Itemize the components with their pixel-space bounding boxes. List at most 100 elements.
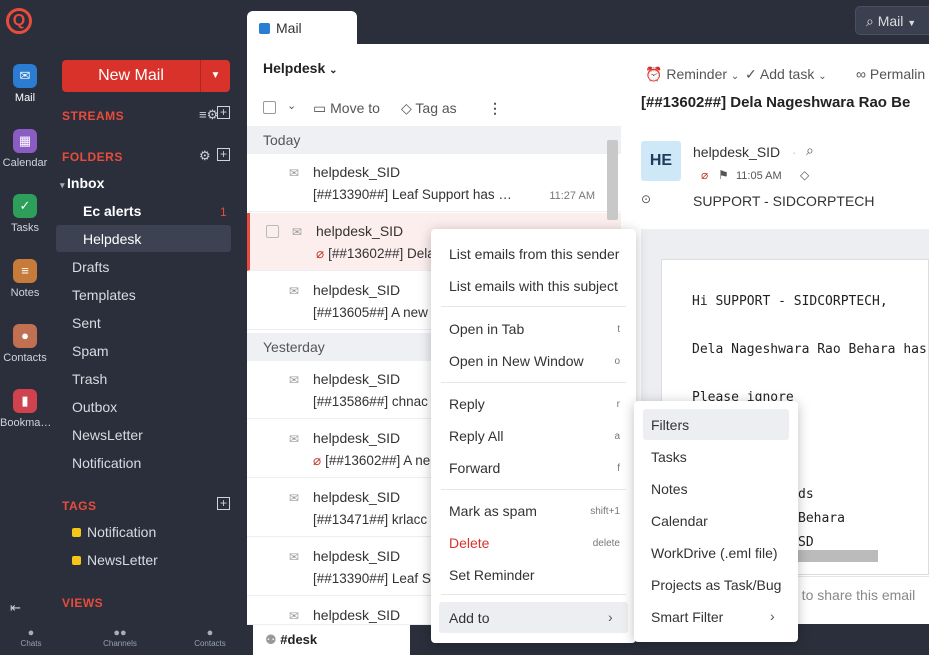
stream-settings-icon[interactable]: ≡⚙ [199, 107, 218, 123]
reminder-button[interactable]: ⏰ Reminder ⌄ [645, 66, 739, 83]
envelope-icon: ✉ [289, 491, 300, 505]
views-heading: VIEWS [62, 596, 104, 610]
row-sender: helpdesk_SID [313, 607, 401, 623]
shortcut-label: f [617, 463, 620, 474]
menu-set-reminder[interactable]: Set Reminder [449, 567, 535, 583]
folder-helpdesk-label: Helpdesk [83, 231, 142, 247]
permalink-label: Permalin [869, 66, 926, 82]
channels-label: Channels [103, 639, 137, 648]
rail-bookmarks[interactable]: ▮ Bookma… [0, 389, 51, 429]
permalink-button[interactable]: ∞ Permalin [856, 66, 925, 82]
body-scrollbar[interactable] [790, 550, 878, 562]
folder-settings-icon[interactable]: ⚙ [199, 148, 211, 164]
folder-outbox[interactable]: Outbox [72, 399, 117, 415]
row-subject: [##13586##] chnac [313, 394, 428, 409]
contacts-button[interactable]: ● Contacts [190, 627, 230, 648]
folder-sent[interactable]: Sent [72, 315, 101, 331]
chevron-down-icon[interactable]: ⌄ [287, 99, 296, 112]
tag-icon[interactable]: ◇ [800, 168, 809, 182]
tag-icon: ◇ [401, 100, 412, 116]
email-sender[interactable]: helpdesk_SID [693, 144, 780, 160]
submenu-workdrive[interactable]: WorkDrive (.eml file) [651, 545, 778, 561]
submenu-notes[interactable]: Notes [651, 481, 688, 497]
menu-reply-all[interactable]: Reply All [449, 428, 503, 444]
folder-spam[interactable]: Spam [72, 343, 109, 359]
rail-mail-label: Mail [14, 92, 36, 104]
list-scrollbar[interactable] [607, 140, 618, 220]
add-task-button[interactable]: ✓ Add task ⌄ [745, 66, 827, 83]
row-subject: [##13605##] A new [313, 305, 428, 320]
menu-open-new-window[interactable]: Open in New Window [449, 353, 584, 369]
menu-list-from-sender[interactable]: List emails from this sender [449, 246, 619, 262]
chevron-right-icon: › [608, 609, 613, 625]
folder-inbox[interactable]: ▾ Inbox [60, 175, 104, 191]
menu-forward[interactable]: Forward [449, 460, 500, 476]
rail-tasks[interactable]: ✓ Tasks [0, 194, 50, 234]
folder-notification[interactable]: Notification [72, 455, 141, 471]
add-tag-icon[interactable]: + [217, 497, 230, 510]
rail-contacts-label: Contacts [3, 352, 47, 364]
rail-contacts[interactable]: ● Contacts [0, 324, 50, 364]
menu-divider [441, 489, 626, 490]
flag-icon[interactable]: ⚑ [718, 168, 729, 182]
table-row[interactable]: ✉ helpdesk_SID [##13390##] Leaf Support ha… [247, 154, 621, 212]
expand-icon[interactable]: ⊙ [641, 192, 651, 206]
tab-mail[interactable]: Mail [247, 11, 357, 44]
app-logo-icon[interactable]: Q [6, 8, 32, 34]
check-icon: ✓ [13, 194, 37, 218]
collapse-icon[interactable]: ⇤ [10, 600, 21, 616]
select-all-checkbox[interactable] [263, 101, 276, 114]
search-icon[interactable]: ⌕ [806, 142, 814, 159]
chevron-right-icon: › [770, 608, 775, 624]
submenu-calendar[interactable]: Calendar [651, 513, 708, 529]
shortcut-label: a [614, 431, 620, 442]
email-recipient: SUPPORT - SIDCORPTECH [693, 193, 875, 209]
rail-notes-label: Notes [10, 287, 40, 299]
submenu-smart-filter[interactable]: Smart Filter [651, 609, 723, 625]
submenu-projects[interactable]: Projects as Task/Bug [651, 577, 781, 593]
more-options-icon[interactable]: ⋮ [488, 100, 502, 117]
add-folder-icon[interactable]: + [217, 148, 230, 161]
list-title[interactable]: Helpdesk ⌄ [263, 60, 338, 76]
move-to-button[interactable]: ▭ Move to [313, 100, 380, 117]
chevron-down-icon[interactable]: ▼ [200, 60, 230, 92]
menu-mark-as-spam[interactable]: Mark as spam [449, 503, 537, 519]
rail-notes[interactable]: ≡ Notes [0, 259, 50, 299]
folder-drafts[interactable]: Drafts [72, 259, 109, 275]
share-hint[interactable]: p to share this email [790, 587, 915, 603]
tag-newsletter[interactable]: NewsLetter [72, 552, 158, 568]
folder-ec-alerts[interactable]: Ec alerts [83, 203, 141, 219]
attachment-icon: ⌀ [701, 168, 709, 182]
tag-newsletter-label: NewsLetter [87, 552, 158, 568]
rail-calendar[interactable]: ▦ Calendar [0, 129, 50, 169]
folder-trash[interactable]: Trash [72, 371, 107, 387]
folder-newsletter[interactable]: NewsLetter [72, 427, 143, 443]
menu-reply[interactable]: Reply [449, 396, 485, 412]
alarm-icon: ⏰ [645, 66, 663, 82]
new-mail-button[interactable]: New Mail ▼ [62, 60, 230, 92]
avatar: HE [641, 141, 681, 181]
tag-notification[interactable]: Notification [72, 524, 156, 540]
rail-mail[interactable]: ✉ Mail [0, 64, 50, 104]
row-sender: helpdesk_SID [313, 282, 401, 298]
menu-list-with-subject[interactable]: List emails with this subject [449, 278, 618, 294]
add-stream-icon[interactable]: + [217, 106, 230, 119]
channels-button[interactable]: ●● Channels [100, 627, 140, 648]
row-sender: helpdesk_SID [313, 548, 401, 564]
submenu-filters-label: Filters [651, 417, 690, 433]
row-subject: [##13602##] A ne [325, 453, 431, 468]
tag-as-button[interactable]: ◇ Tag as [401, 100, 457, 117]
envelope-icon: ✉ [289, 609, 300, 623]
search-icon: ⌕ [866, 13, 874, 29]
channel-chip[interactable]: ⚉ #desk [253, 625, 410, 655]
menu-open-in-tab[interactable]: Open in Tab [449, 321, 524, 337]
top-bar [0, 0, 929, 44]
row-checkbox[interactable] [266, 225, 279, 238]
chats-button[interactable]: ● Chats [11, 627, 51, 648]
menu-delete[interactable]: Delete [449, 535, 489, 551]
search-scope-button[interactable]: ⌕ Mail ▼ [855, 6, 929, 35]
submenu-tasks[interactable]: Tasks [651, 449, 687, 465]
mail-icon: ✉ [13, 64, 37, 88]
link-icon: ∞ [856, 66, 866, 82]
folder-templates[interactable]: Templates [72, 287, 136, 303]
